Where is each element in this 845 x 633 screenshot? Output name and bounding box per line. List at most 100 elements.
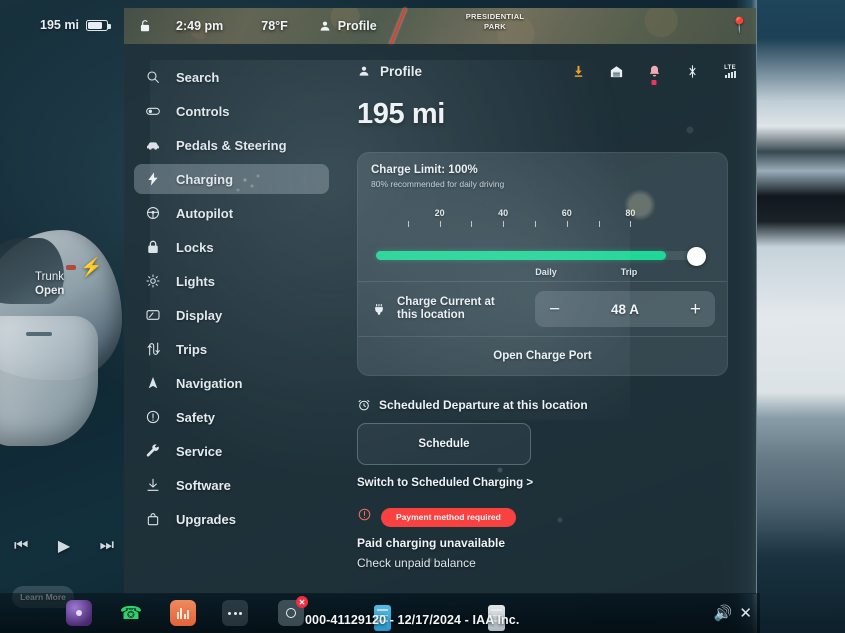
increase-current-button[interactable]: + [690, 300, 701, 319]
trips-icon [144, 340, 162, 358]
sidebar-item-label: Safety [176, 409, 216, 425]
sidebar-item-service[interactable]: Service [134, 436, 329, 466]
trunk-label: Trunk [35, 271, 64, 283]
trunk-status: Trunk Open [35, 270, 64, 298]
sidebar-item-software[interactable]: Software [134, 470, 329, 500]
sidebar-item-display[interactable]: Display [134, 300, 329, 330]
sidebar-item-label: Display [176, 307, 223, 323]
sidebar-item-pedals-steering[interactable]: Pedals & Steering [134, 130, 329, 160]
charge-limit-slider[interactable]: 20 40 60 80 Daily Trip [358, 201, 727, 281]
auction-watermark: 000-41129120 - 12/17/2024 - IAA Inc. [305, 613, 520, 627]
paid-charging-status: Paid charging unavailable [357, 536, 506, 550]
camera-disabled-badge: ✕ [296, 596, 308, 608]
car-door-handle [26, 332, 52, 336]
bluetooth-icon[interactable] [684, 62, 700, 80]
content-header: Profile LTE [357, 58, 738, 85]
decrease-current-button[interactable]: − [549, 300, 560, 319]
sidebar-item-label: Controls [176, 103, 230, 119]
steering-wheel-icon [144, 204, 162, 222]
plug-icon [372, 301, 386, 318]
charge-settings-card: Charge Limit: 100% 80% recommended for d… [357, 152, 728, 376]
slider-handle[interactable] [687, 247, 706, 266]
vehicle-visualization[interactable]: ⚡ Trunk Open Learn More [0, 120, 124, 608]
sidebar-item-label: Service [176, 443, 223, 459]
tick-label: 40 [498, 208, 509, 218]
tick-label: 20 [434, 208, 445, 218]
profile-indicator[interactable]: Profile [357, 64, 422, 79]
profile-button[interactable]: Profile [318, 19, 377, 33]
payment-warning-row: Payment method required [357, 507, 738, 527]
payment-method-required-badge[interactable]: Payment method required [381, 507, 516, 527]
slider-track[interactable] [376, 251, 706, 260]
outside-temperature[interactable]: 78°F [261, 19, 288, 33]
sidebar-item-label: Pedals & Steering [176, 137, 287, 153]
search-icon [144, 68, 162, 86]
switch-to-scheduled-charging-link[interactable]: Switch to Scheduled Charging > [357, 477, 738, 489]
charge-current-label-group: Charge Current at this location [372, 296, 495, 323]
charge-current-value: 48 A [610, 301, 639, 317]
slider-label-daily: Daily [535, 267, 557, 277]
sidebar-item-autopilot[interactable]: Autopilot [134, 198, 329, 228]
previous-track-icon[interactable]: ⏮ [14, 537, 28, 555]
next-track-icon[interactable]: ⏭ [100, 537, 114, 555]
sidebar-item-lights[interactable]: Lights [134, 266, 329, 296]
software-update-download-icon[interactable] [570, 62, 586, 80]
environment-reflection [757, 0, 845, 633]
slider-fill [376, 251, 667, 260]
charging-settings-content: Profile LTE 195 mi Charge Limit: 100% 80… [339, 44, 756, 594]
play-icon[interactable]: ▶ [58, 536, 70, 556]
settings-sidebar: Search Controls Pedals & Steering Chargi… [124, 44, 339, 594]
charge-limit-title: Charge Limit: 100% [371, 164, 478, 176]
lte-signal-icon[interactable]: LTE [722, 62, 738, 80]
home-garage-icon[interactable] [608, 62, 624, 80]
toggle-icon [144, 102, 162, 120]
bag-icon [144, 510, 162, 528]
charge-current-label: Charge Current at this location [397, 296, 495, 323]
exclamation-circle-icon [144, 408, 162, 426]
media-player-icon[interactable] [170, 600, 196, 626]
media-controls[interactable]: ⏮ ▶ ⏭ [14, 536, 114, 556]
profile-label: Profile [380, 63, 423, 79]
more-apps-icon[interactable] [222, 600, 248, 626]
bell-icon[interactable] [646, 62, 662, 85]
schedule-button[interactable]: Schedule [357, 423, 531, 465]
unlocked-padlock-icon[interactable] [138, 19, 152, 33]
sidebar-item-navigation[interactable]: Navigation [134, 368, 329, 398]
settings-panel: Search Controls Pedals & Steering Chargi… [124, 44, 756, 594]
car-icon [144, 136, 162, 154]
sidebar-item-search[interactable]: Search [134, 62, 329, 92]
sidebar-item-upgrades[interactable]: Upgrades [134, 504, 329, 534]
sidebar-item-charging[interactable]: Charging [134, 164, 329, 194]
display-icon [144, 306, 162, 324]
lightning-bolt-icon: ⚡ [80, 257, 103, 277]
sidebar-item-controls[interactable]: Controls [134, 96, 329, 126]
sun-icon [144, 272, 162, 290]
lightning-bolt-icon [144, 170, 162, 188]
trunk-state: Open [35, 285, 65, 297]
sidebar-item-locks[interactable]: Locks [134, 232, 329, 262]
voice-assistant-icon[interactable] [66, 600, 92, 626]
photo-of-vehicle-touchscreen: PRESIDENTIAL PARK 📍 195 mi ⚡ Trunk Open … [0, 0, 845, 633]
charge-current-row: Charge Current at this location − 48 A + [358, 282, 727, 336]
clock-time[interactable]: 2:49 pm [176, 19, 223, 33]
status-bar: 2:49 pm 78°F Profile [124, 8, 756, 44]
tick-label: 60 [561, 208, 572, 218]
download-icon [144, 476, 162, 494]
signal-bars [724, 70, 736, 78]
range-status: 195 mi [40, 18, 111, 32]
sidebar-item-safety[interactable]: Safety [134, 402, 329, 432]
scheduled-departure-heading-row: Scheduled Departure at this location [357, 398, 738, 412]
sidebar-item-trips[interactable]: Trips [134, 334, 329, 364]
charge-limit-subtitle: 80% recommended for daily driving [371, 179, 505, 189]
charge-current-stepper[interactable]: − 48 A + [535, 291, 715, 327]
open-charge-port-button[interactable]: Open Charge Port [358, 337, 727, 375]
speaker-icon[interactable]: 🔊 [714, 604, 733, 622]
check-unpaid-balance-link[interactable]: Check unpaid balance [357, 556, 738, 570]
close-icon[interactable]: ✕ [739, 604, 752, 622]
sidebar-item-label: Charging [176, 171, 234, 187]
person-icon [359, 66, 369, 76]
camera-disabled-icon[interactable]: ✕ [278, 596, 308, 626]
phone-icon[interactable]: ☎ [118, 600, 144, 626]
sidebar-item-label: Upgrades [176, 511, 236, 527]
sidebar-item-label: Software [176, 477, 231, 493]
